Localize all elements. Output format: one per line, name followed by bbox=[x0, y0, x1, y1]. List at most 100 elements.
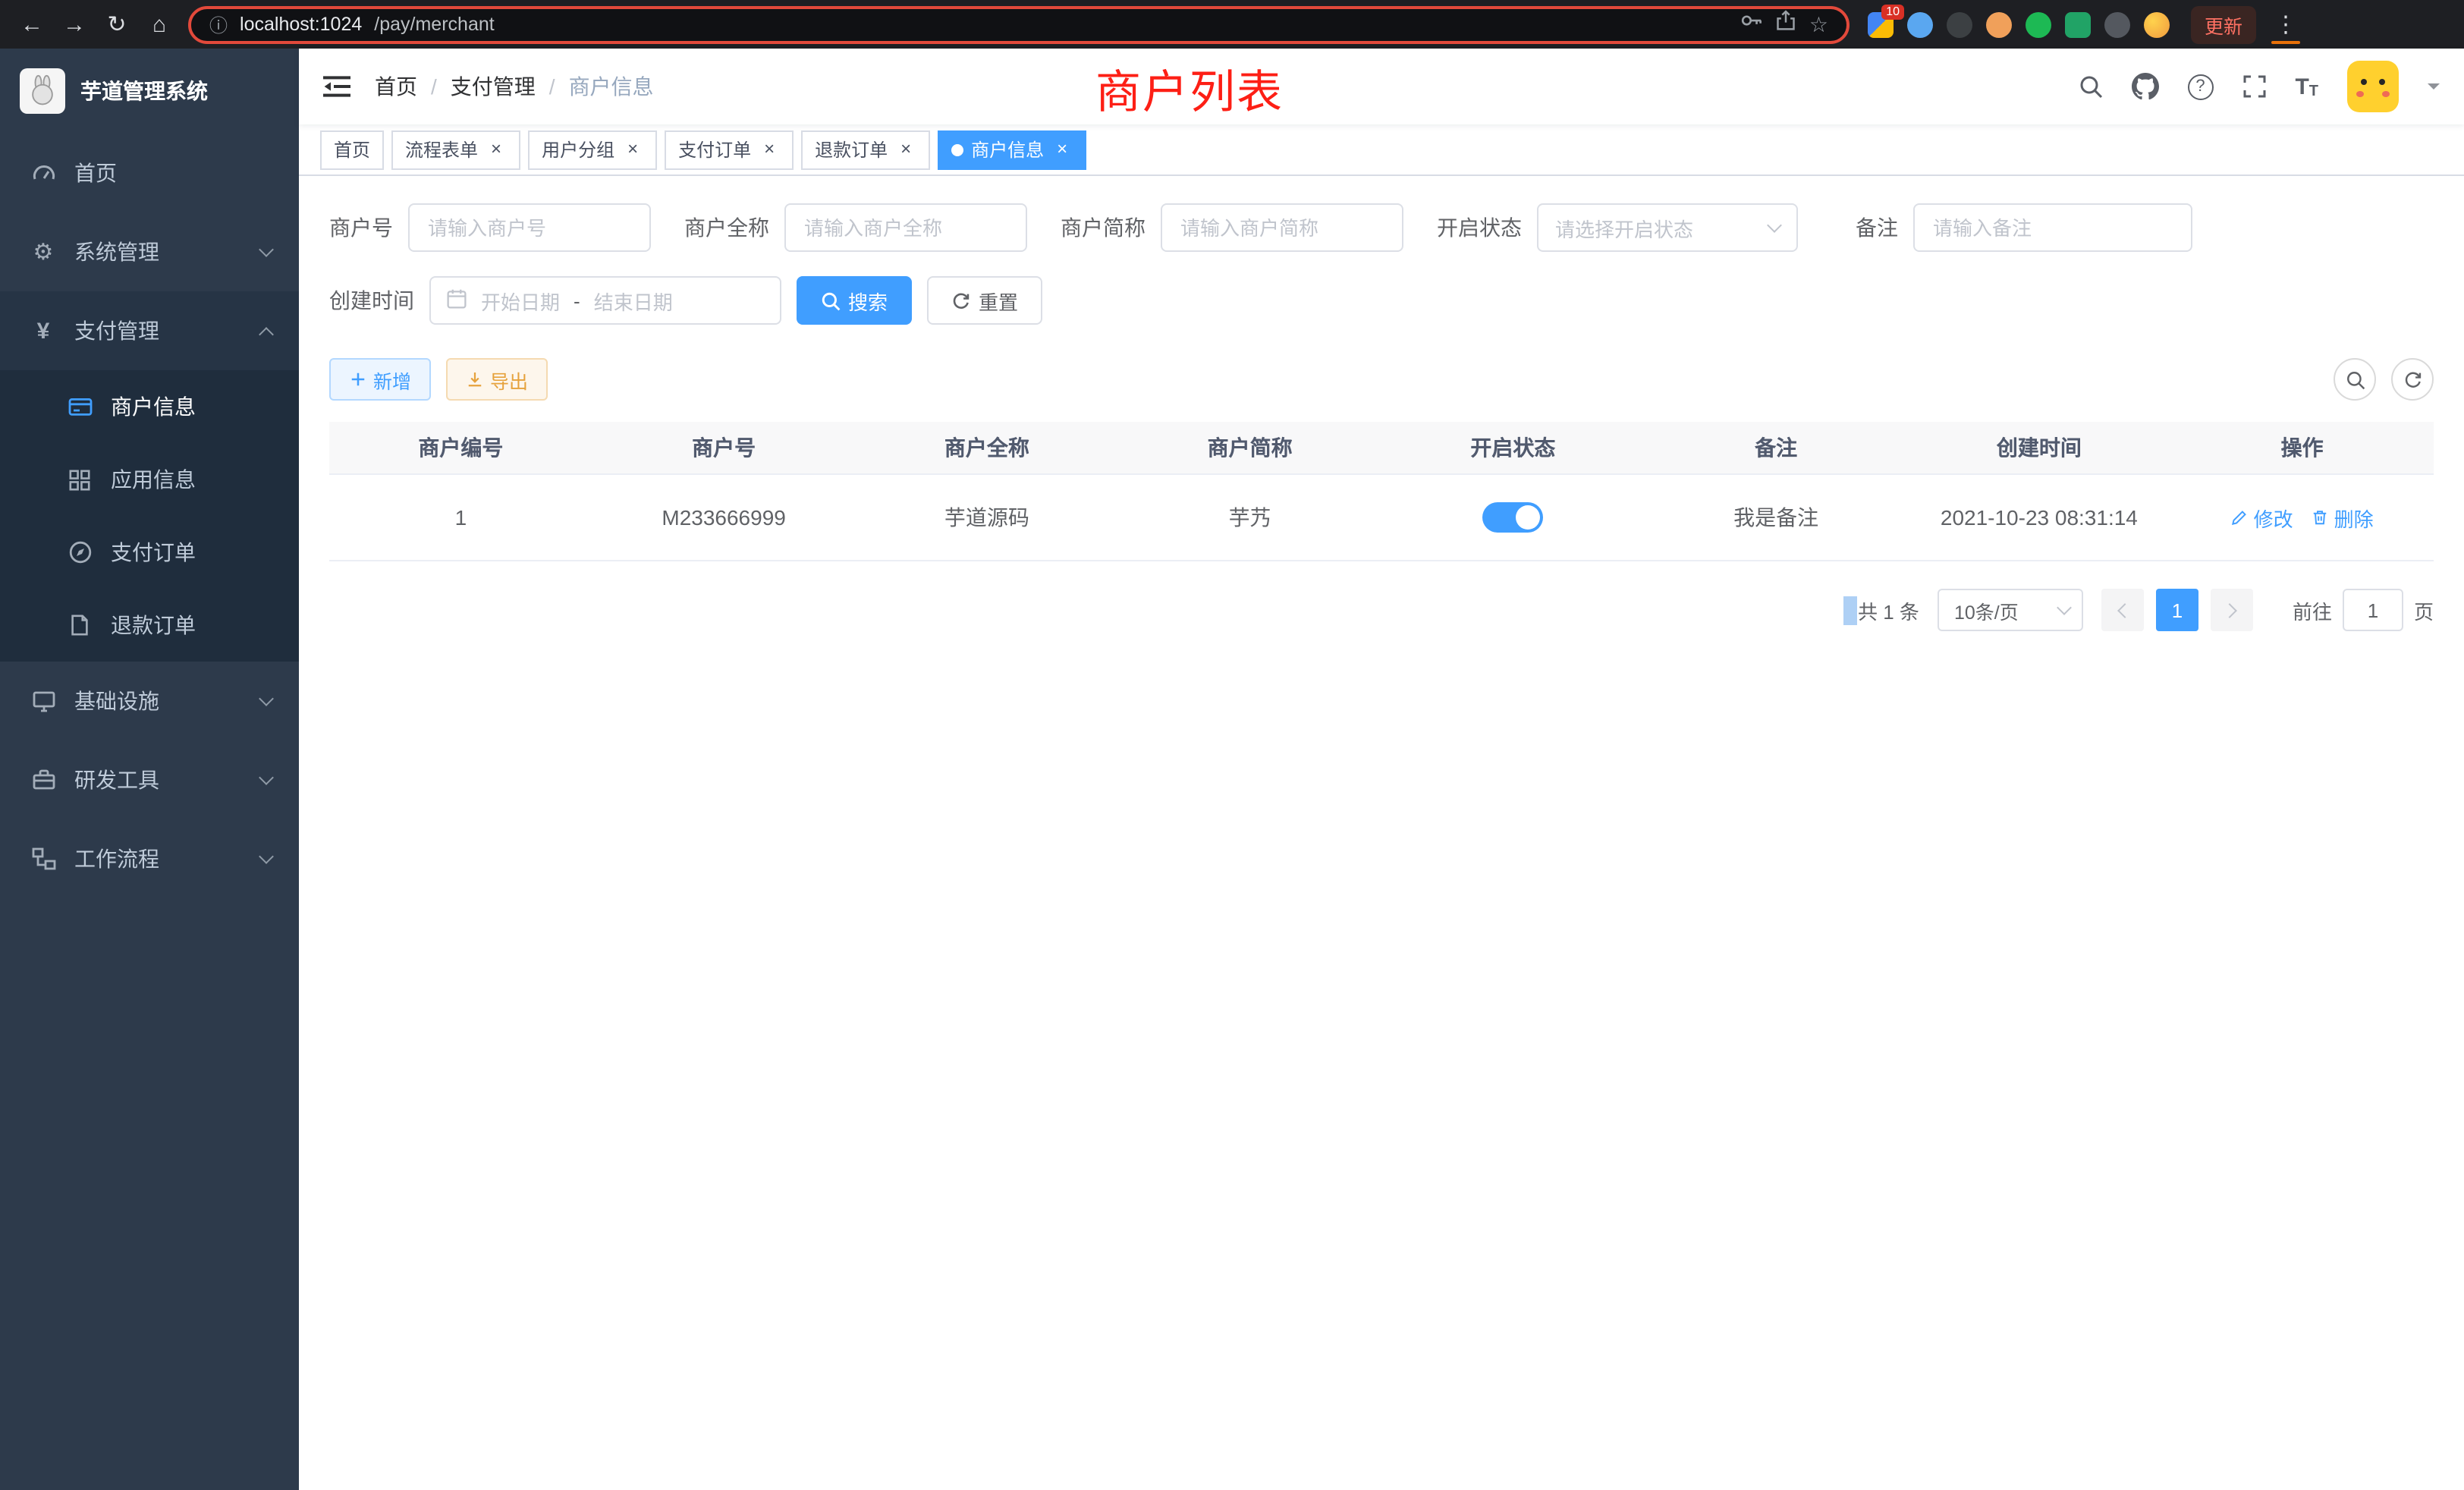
font-size-small: T bbox=[2309, 83, 2318, 99]
browser-menu-icon[interactable]: ⋮ bbox=[2268, 11, 2303, 38]
sidebar-fold-icon[interactable] bbox=[323, 74, 350, 99]
prev-page-button[interactable] bbox=[2101, 589, 2144, 631]
tab-label: 流程表单 bbox=[405, 137, 478, 162]
extension-drop-icon[interactable] bbox=[1907, 11, 1933, 37]
close-icon[interactable]: × bbox=[759, 139, 780, 160]
chevron-down-icon bbox=[259, 690, 274, 706]
page-size-select[interactable]: 10条/页 bbox=[1938, 589, 2083, 631]
sidebar-item-app-info[interactable]: 应用信息 bbox=[0, 443, 299, 516]
short-name-input[interactable] bbox=[1161, 203, 1403, 252]
bookmark-star-icon[interactable]: ☆ bbox=[1809, 11, 1828, 37]
sidebar-item-refund-order[interactable]: 退款订单 bbox=[0, 589, 299, 662]
search-button-label: 搜索 bbox=[848, 286, 888, 315]
cell-merchant-no: M233666999 bbox=[592, 475, 856, 560]
annotation-title: 商户列表 bbox=[1095, 55, 1284, 121]
font-size-icon[interactable]: TT bbox=[2295, 74, 2318, 99]
tab-label: 首页 bbox=[334, 137, 370, 162]
tab-process-form[interactable]: 流程表单 × bbox=[391, 130, 520, 169]
sidebar-item-payment[interactable]: ¥ 支付管理 bbox=[0, 291, 299, 370]
filter-status: 开启状态 请选择开启状态 bbox=[1437, 203, 1798, 252]
extension-grid-icon[interactable]: 10 bbox=[1868, 11, 1894, 37]
date-range-picker[interactable]: 开始日期 - 结束日期 bbox=[429, 276, 781, 325]
close-icon[interactable]: × bbox=[1051, 139, 1073, 160]
toggle-search-button[interactable] bbox=[2334, 358, 2376, 401]
browser-update-button[interactable]: 更新 bbox=[2191, 5, 2256, 43]
profile-avatar-icon[interactable] bbox=[2144, 11, 2170, 37]
cell-remark: 我是备注 bbox=[1645, 475, 1908, 560]
breadcrumb-item-payment[interactable]: 支付管理 bbox=[451, 71, 536, 102]
filter-row-1: 商户号 商户全称 商户简称 开启状态 请选择开启状态 bbox=[329, 203, 2434, 252]
address-bar[interactable]: ⓘ localhost:1024 /pay/merchant ☆ bbox=[188, 5, 1850, 43]
sidebar-item-label: 基础设施 bbox=[74, 686, 159, 716]
page-size-value: 10条/页 bbox=[1954, 596, 2019, 624]
reset-button[interactable]: 重置 bbox=[927, 276, 1042, 325]
fullscreen-icon[interactable] bbox=[2242, 74, 2266, 99]
cell-status bbox=[1381, 475, 1645, 560]
breadcrumb-separator bbox=[431, 74, 437, 99]
page-number-button[interactable]: 1 bbox=[2156, 589, 2198, 631]
sidebar-item-infrastructure[interactable]: 基础设施 bbox=[0, 662, 299, 740]
avatar-caret-icon[interactable] bbox=[2428, 83, 2440, 96]
full-name-input[interactable] bbox=[784, 203, 1027, 252]
extension-pin-icon[interactable] bbox=[2104, 11, 2130, 37]
help-icon[interactable]: ? bbox=[2187, 74, 2213, 99]
sidebar-item-system[interactable]: ⚙ 系统管理 bbox=[0, 212, 299, 291]
search-button[interactable]: 搜索 bbox=[797, 276, 912, 325]
sidebar: 芋道管理系统 首页 ⚙ 系统管理 ¥ 支付管理 bbox=[0, 49, 299, 1490]
merchant-no-input[interactable] bbox=[408, 203, 651, 252]
add-button-label: 新增 bbox=[373, 365, 411, 394]
goto-suffix-label: 页 bbox=[2414, 596, 2434, 624]
site-info-icon[interactable]: ⓘ bbox=[209, 11, 228, 37]
github-icon[interactable] bbox=[2131, 73, 2158, 100]
pagination-total: 共 1 条 bbox=[1858, 596, 1919, 624]
active-tab-dot bbox=[951, 143, 963, 156]
search-icon[interactable] bbox=[2078, 74, 2102, 99]
refresh-button[interactable] bbox=[2391, 358, 2434, 401]
app-logo[interactable]: 芋道管理系统 bbox=[0, 49, 299, 134]
delete-link[interactable]: 删除 bbox=[2312, 503, 2374, 532]
next-page-button[interactable] bbox=[2211, 589, 2253, 631]
tab-home[interactable]: 首页 bbox=[320, 130, 384, 169]
sidebar-item-dev-tools[interactable]: 研发工具 bbox=[0, 740, 299, 819]
tab-merchant-info[interactable]: 商户信息 × bbox=[938, 130, 1086, 169]
forward-icon[interactable]: → bbox=[58, 8, 91, 41]
home-icon[interactable]: ⌂ bbox=[143, 8, 176, 41]
share-icon[interactable] bbox=[1776, 9, 1797, 39]
edit-link[interactable]: 修改 bbox=[2231, 503, 2293, 532]
extension-dark-icon[interactable] bbox=[1947, 11, 1972, 37]
sidebar-item-pay-order[interactable]: 支付订单 bbox=[0, 516, 299, 589]
reset-button-label: 重置 bbox=[979, 286, 1018, 315]
reload-icon[interactable]: ↻ bbox=[100, 8, 134, 41]
table-toolbar: 新增 导出 bbox=[329, 358, 2434, 401]
key-icon[interactable] bbox=[1741, 9, 1764, 39]
extension-green-square-icon[interactable] bbox=[2065, 11, 2091, 37]
status-switch[interactable] bbox=[1482, 502, 1543, 533]
extension-green-circle-icon[interactable] bbox=[2026, 11, 2051, 37]
table-header: 商户号 bbox=[592, 422, 856, 473]
extension-avatar-icon[interactable] bbox=[1986, 11, 2012, 37]
goto-page-input[interactable] bbox=[2343, 589, 2403, 631]
add-button[interactable]: 新增 bbox=[329, 358, 431, 401]
tab-label: 退款订单 bbox=[815, 137, 888, 162]
status-select[interactable]: 请选择开启状态 bbox=[1537, 203, 1798, 252]
sidebar-item-merchant-info[interactable]: 商户信息 bbox=[0, 370, 299, 443]
back-icon[interactable]: ← bbox=[15, 8, 49, 41]
remark-input[interactable] bbox=[1913, 203, 2192, 252]
sidebar-item-home[interactable]: 首页 bbox=[0, 134, 299, 212]
breadcrumb-item-home[interactable]: 首页 bbox=[375, 71, 417, 102]
user-avatar[interactable] bbox=[2347, 61, 2399, 112]
table-row: 1 M233666999 芋道源码 芋艿 我是备注 2021-10-23 08:… bbox=[329, 475, 2434, 561]
cell-full-name: 芋道源码 bbox=[856, 475, 1119, 560]
cell-create-time: 2021-10-23 08:31:14 bbox=[1908, 475, 2171, 560]
close-icon[interactable]: × bbox=[486, 139, 507, 160]
close-icon[interactable]: × bbox=[622, 139, 643, 160]
export-button[interactable]: 导出 bbox=[446, 358, 548, 401]
tab-refund-order[interactable]: 退款订单 × bbox=[801, 130, 930, 169]
table-header: 备注 bbox=[1645, 422, 1908, 473]
sidebar-item-workflow[interactable]: 工作流程 bbox=[0, 819, 299, 898]
close-icon[interactable]: × bbox=[895, 139, 916, 160]
tab-pay-order[interactable]: 支付订单 × bbox=[665, 130, 794, 169]
tab-user-group[interactable]: 用户分组 × bbox=[528, 130, 657, 169]
filter-merchant-no: 商户号 bbox=[329, 203, 651, 252]
delete-link-label: 删除 bbox=[2334, 503, 2374, 532]
